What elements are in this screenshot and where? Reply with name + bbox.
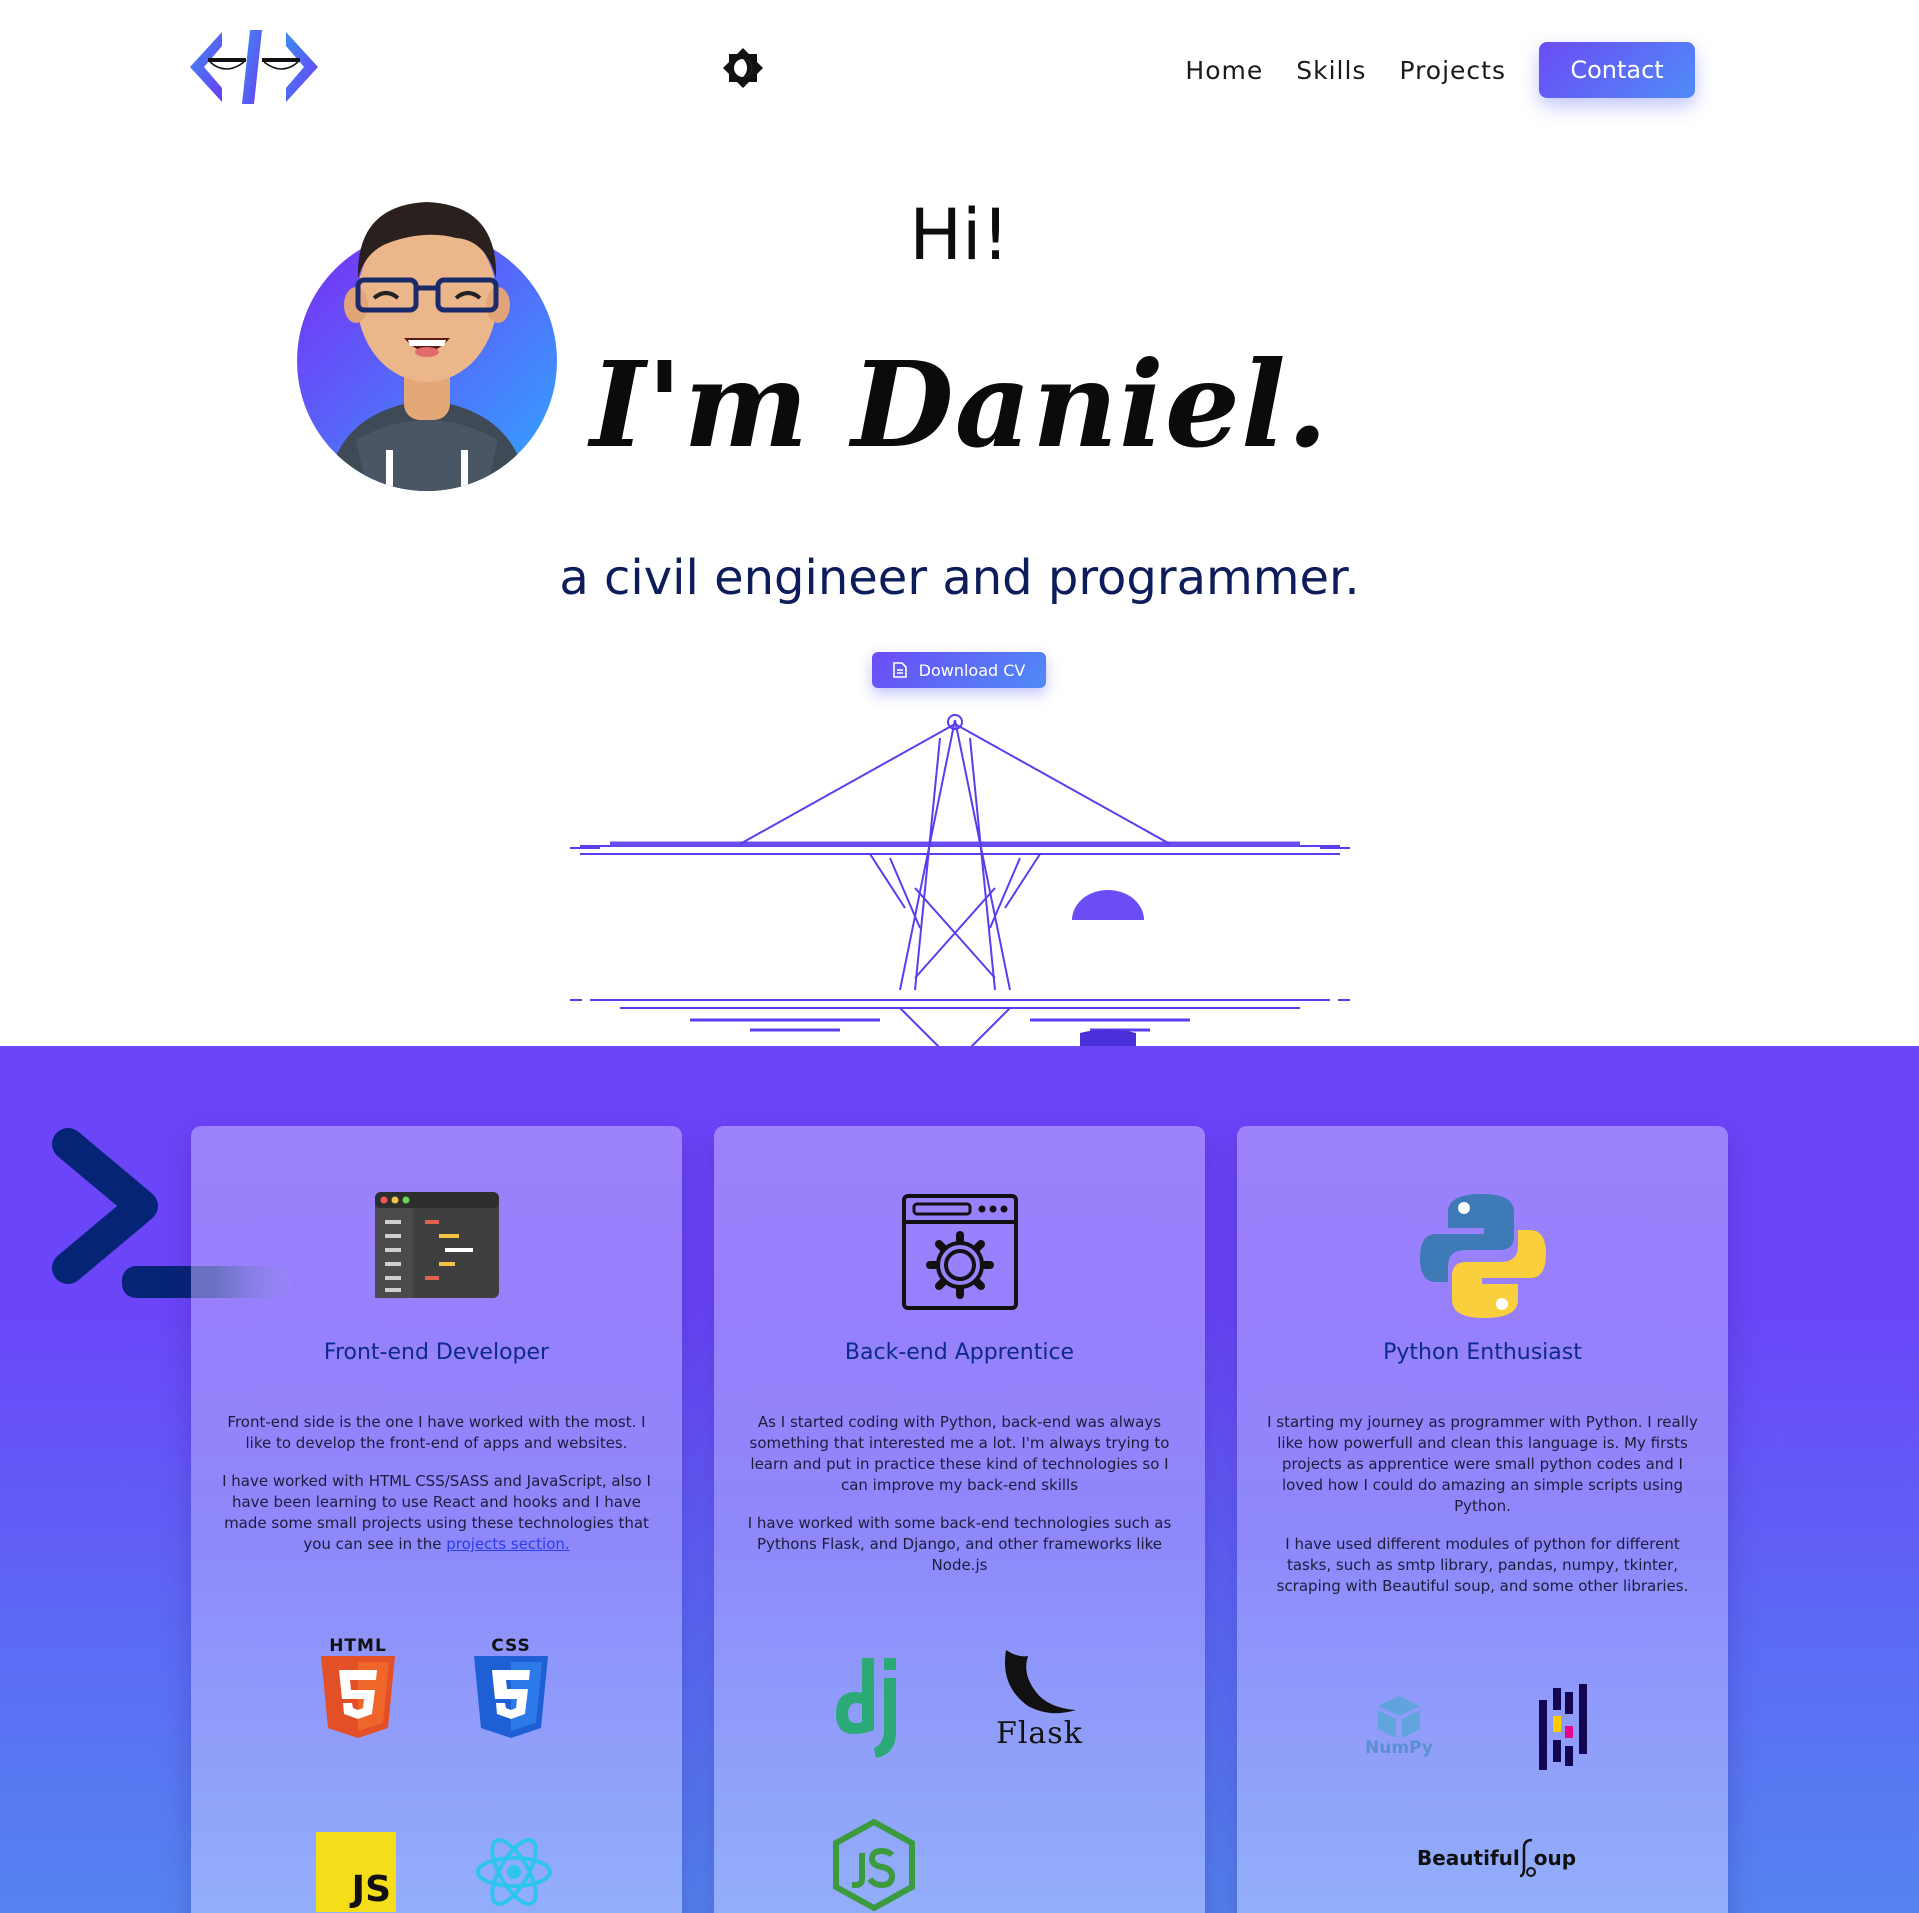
javascript-logo-icon: JS (316, 1832, 396, 1912)
card-description: I starting my journey as programmer with… (1267, 1412, 1698, 1614)
card-paragraph: As I started coding with Python, back-en… (749, 1413, 1170, 1494)
bridge-illustration (570, 714, 1350, 1048)
react-logo-icon (474, 1832, 554, 1912)
hero-role-subtitle: a civil engineer and programmer. (559, 550, 1360, 606)
html5-logo-icon: HTML (321, 1636, 395, 1738)
site-header: Home Skills Projects Contact (0, 0, 1919, 140)
pandas-logo-icon (1535, 1684, 1591, 1770)
card-paragraph: I starting my journey as programmer with… (1267, 1413, 1698, 1515)
card-title: Python Enthusiast (1383, 1340, 1582, 1365)
beautiful-soup-logo-icon: Beautiful oup (1417, 1838, 1576, 1878)
card-paragraph: I have worked with HTML CSS/SASS and Jav… (222, 1472, 651, 1553)
nodejs-logo-icon (832, 1819, 916, 1911)
main-nav: Home Skills Projects Contact (1185, 42, 1695, 98)
card-paragraph: I have used different modules of python … (1276, 1535, 1689, 1595)
nav-home-link[interactable]: Home (1185, 56, 1263, 85)
card-title: Back-end Apprentice (844, 1340, 1075, 1365)
hero-greeting: Hi! (909, 194, 1010, 276)
skills-section: Front-end Developer Front-end side is th… (0, 1046, 1919, 1913)
projects-section-link[interactable]: projects section. (446, 1535, 569, 1553)
card-paragraph: Front-end side is the one I have worked … (227, 1413, 646, 1452)
card-description: Front-end side is the one I have worked … (221, 1412, 652, 1572)
nav-skills-link[interactable]: Skills (1296, 56, 1366, 85)
card-paragraph: I have worked with some back-end technol… (747, 1514, 1172, 1574)
flask-logo-icon: Flask (996, 1646, 1083, 1751)
nav-projects-link[interactable]: Projects (1399, 56, 1506, 85)
skill-card-python: Python Enthusiast I starting my journey … (1237, 1126, 1728, 1913)
skill-card-backend: Back-end Apprentice As I started coding … (714, 1126, 1205, 1913)
web-settings-icon (901, 1194, 1018, 1310)
numpy-logo-icon: NumPy (1365, 1694, 1433, 1758)
theme-toggle-icon[interactable] (722, 47, 764, 89)
code-editor-icon (374, 1192, 499, 1298)
contact-button[interactable]: Contact (1539, 42, 1695, 98)
download-cv-label: Download CV (918, 660, 1026, 680)
skill-card-frontend: Front-end Developer Front-end side is th… (191, 1126, 682, 1913)
python-logo-icon (1419, 1194, 1546, 1318)
document-icon (892, 662, 907, 678)
css3-logo-icon: CSS (474, 1636, 548, 1738)
hero-name-heading: I'm Daniel. (590, 335, 1329, 474)
card-description: As I started coding with Python, back-en… (744, 1412, 1175, 1593)
django-logo-icon (834, 1656, 918, 1760)
card-title: Front-end Developer (323, 1340, 550, 1365)
code-logo-icon[interactable] (188, 30, 320, 104)
download-cv-button[interactable]: Download CV (872, 652, 1046, 688)
